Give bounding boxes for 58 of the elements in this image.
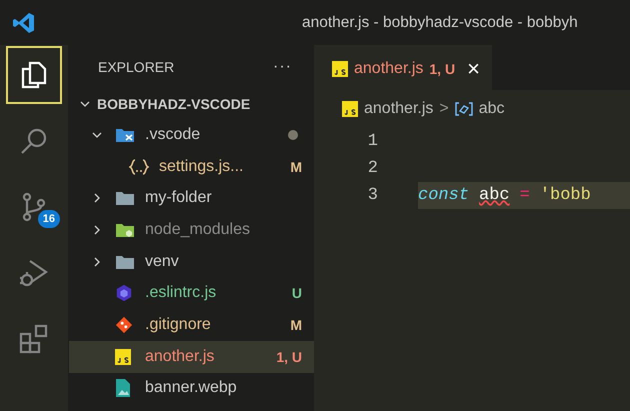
- js-file-icon: [332, 60, 348, 76]
- file-tree-row[interactable]: .eslintrc.js U: [69, 277, 314, 310]
- breadcrumb-separator: >: [439, 100, 449, 118]
- file-tree-row[interactable]: venv: [69, 246, 314, 278]
- js-file-icon: [342, 101, 358, 117]
- folder-root-row[interactable]: BOBBYHADZ-VSCODE: [69, 89, 314, 119]
- git-status: M: [290, 158, 302, 175]
- file-name: .vscode: [145, 126, 202, 144]
- file-tree-row[interactable]: settings.js... M: [69, 150, 314, 182]
- file-tree-row[interactable]: .gitignore M: [69, 309, 314, 341]
- code-token: 'bobb: [540, 186, 591, 205]
- js-file-icon: [115, 348, 131, 365]
- file-name: .eslintrc.js: [145, 284, 218, 302]
- file-name: my-folder: [145, 189, 213, 208]
- file-tree-row[interactable]: banner.webp: [69, 372, 314, 404]
- folder-icon: [115, 190, 135, 206]
- folder-icon: [115, 126, 135, 143]
- window-title: another.js - bobbyhadz-vscode - bobbyh: [302, 14, 578, 32]
- file-tree-row[interactable]: another.js 1, U: [69, 340, 314, 372]
- file-tree-row[interactable]: my-folder: [69, 182, 314, 214]
- extensions-icon: [18, 323, 50, 355]
- braces-icon: [129, 158, 149, 175]
- line-number: 2: [366, 159, 378, 178]
- close-button[interactable]: ×: [467, 56, 480, 82]
- breadcrumb-item[interactable]: another.js: [364, 100, 434, 118]
- folder-icon: [115, 254, 135, 270]
- git-status: 1, U: [276, 348, 302, 365]
- app-logo-icon: [12, 10, 36, 34]
- more-actions-button[interactable]: ···: [273, 58, 292, 76]
- code-token: abc: [479, 186, 510, 205]
- explorer-title: EXPLORER: [98, 59, 174, 75]
- folder-icon: [115, 222, 135, 238]
- line-number: 3: [366, 186, 378, 205]
- git-status: M: [290, 316, 302, 333]
- file-name: another.js: [145, 348, 216, 366]
- image-file-icon: [115, 378, 131, 398]
- file-name: settings.js...: [159, 158, 244, 176]
- diamond-icon: [115, 316, 133, 334]
- variable-icon: [454, 102, 473, 116]
- file-name: venv: [145, 252, 180, 271]
- git-status: 1, U: [429, 60, 456, 76]
- file-tree-row[interactable]: .vscode: [69, 119, 314, 151]
- file-name: node_modules: [145, 220, 251, 239]
- line-number: 1: [366, 132, 378, 151]
- file-name: .gitignore: [145, 316, 212, 334]
- file-tree-row[interactable]: node_modules: [69, 214, 314, 246]
- source-control-button[interactable]: 16: [6, 178, 62, 236]
- hexagon-icon: [115, 284, 133, 302]
- editor-tab[interactable]: another.js 1, U ×: [314, 45, 492, 90]
- code-token: const: [418, 186, 470, 205]
- git-status: U: [292, 285, 302, 302]
- count-badge: 16: [38, 210, 60, 228]
- breadcrumb-item[interactable]: abc: [478, 100, 505, 118]
- tab-label: another.js: [354, 60, 424, 78]
- run-debug-icon: [18, 257, 50, 289]
- code-token: =: [520, 186, 530, 205]
- explorer-button[interactable]: [6, 46, 62, 104]
- file-name: banner.webp: [145, 379, 238, 398]
